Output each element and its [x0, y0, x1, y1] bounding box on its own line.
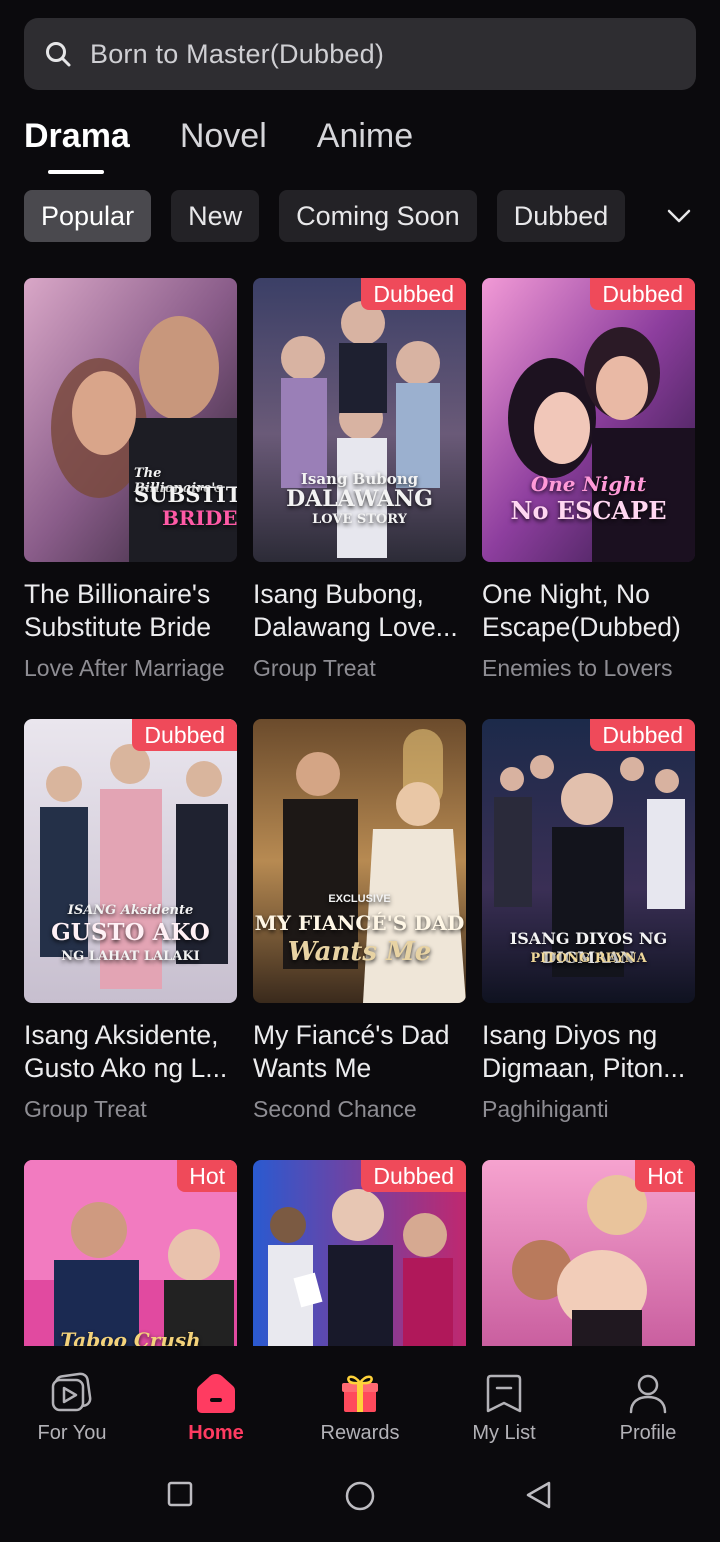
bottom-nav: For You Home Rewards My List Profile [0, 1346, 720, 1466]
chip-new[interactable]: New [171, 190, 260, 242]
profile-icon [629, 1374, 667, 1414]
poster-title-main: No ESCAPE [510, 496, 667, 525]
nav-profile[interactable]: Profile [576, 1346, 720, 1466]
poster-title-main: DALAWANG [286, 486, 433, 512]
poster-title-sub: Wants Me [287, 937, 432, 967]
drama-title: Isang Diyos ng Digmaan, Piton... [482, 1020, 686, 1083]
drama-poster: The Billionaire's SUBSTITUTE BRIDE [24, 278, 237, 562]
dubbed-badge: Dubbed [361, 278, 466, 310]
nav-rewards[interactable]: Rewards [288, 1346, 432, 1466]
search-placeholder: Born to Master(Dubbed) [90, 38, 385, 69]
drama-card[interactable]: Dubbed ISANG DIYOS NG DIGMAAN PITONG REY… [482, 719, 695, 1123]
dubbed-badge: Dubbed [590, 719, 695, 751]
drama-poster: EXCLUSIVE MY FIANCÉ'S DAD Wants Me [253, 719, 466, 1003]
drama-genre: Group Treat [24, 1096, 147, 1122]
chevron-down-icon[interactable] [664, 204, 694, 228]
poster-title-main: SUBSTITUTE [134, 482, 237, 507]
nav-my-list[interactable]: My List [432, 1346, 576, 1466]
drama-title: Isang Bubong, Dalawang Love... [253, 579, 458, 642]
drama-genre: Enemies to Lovers [482, 655, 673, 681]
gift-icon [342, 1375, 378, 1412]
drama-genre: Love After Marriage [24, 655, 225, 681]
play-square-icon [51, 1372, 92, 1412]
filter-chips: Popular New Coming Soon Dubbed [24, 190, 645, 242]
poster-title-sub: NG LAHAT LALAKI [61, 949, 200, 964]
drama-title: The Billionaire's Substitute Bride [24, 579, 212, 642]
drama-title: Isang Aksidente, Gusto Ako ng L... [24, 1020, 228, 1083]
drama-title: My Fiancé's Dad Wants Me [253, 1020, 450, 1083]
category-tabs: Drama Novel Anime [24, 112, 463, 174]
drama-card[interactable]: The Billionaire's SUBSTITUTE BRIDE The B… [24, 278, 237, 682]
drama-genre: Group Treat [253, 655, 376, 681]
poster-title-small: One Night [530, 472, 647, 496]
hot-badge: Hot [177, 1160, 237, 1192]
search-icon [46, 42, 71, 67]
hot-badge: Hot [635, 1160, 695, 1192]
search-bar[interactable]: Born to Master(Dubbed) [24, 18, 696, 90]
recent-apps-icon[interactable] [166, 1480, 194, 1508]
dubbed-badge: Dubbed [590, 278, 695, 310]
poster-title-sub: PITONG REYNA [530, 951, 647, 966]
poster-title-sub: LOVE STORY [312, 512, 407, 527]
poster-title-small: ISANG Aksidente [67, 903, 194, 918]
drama-card[interactable]: Dubbed Isang Bubong DALAWANG LOVE STORY … [253, 278, 466, 682]
nav-label: Home [188, 1422, 244, 1444]
nav-label: Rewards [320, 1422, 400, 1444]
tab-drama[interactable]: Drama [24, 112, 130, 174]
nav-for-you[interactable]: For You [0, 1346, 144, 1466]
chip-dubbed[interactable]: Dubbed [496, 190, 626, 242]
poster-title-sub: BRIDE [162, 506, 237, 530]
poster-title-main: GUSTO AKO [51, 919, 210, 946]
tab-novel[interactable]: Novel [180, 112, 267, 164]
drama-genre: Second Chance [253, 1096, 417, 1122]
nav-label: For You [37, 1422, 107, 1444]
home-circle-icon[interactable] [344, 1480, 376, 1512]
dubbed-badge: Dubbed [361, 1160, 466, 1192]
drama-title: One Night, No Escape(Dubbed) [482, 579, 681, 642]
drama-poster: Dubbed Isang Bubong DALAWANG LOVE STORY [253, 278, 466, 562]
poster-title-main: MY FIANCÉ'S DAD [254, 911, 465, 935]
drama-card[interactable]: Dubbed ISANG Aksidente GUSTO AKO NG LAHA… [24, 719, 237, 1123]
drama-card[interactable]: EXCLUSIVE MY FIANCÉ'S DAD Wants Me My Fi… [253, 719, 466, 1123]
nav-label: My List [472, 1422, 536, 1444]
chip-coming-soon[interactable]: Coming Soon [279, 190, 477, 242]
drama-poster: Dubbed ISANG Aksidente GUSTO AKO NG LAHA… [24, 719, 237, 1003]
poster-exclusive: EXCLUSIVE [328, 893, 391, 905]
nav-label: Profile [619, 1422, 677, 1444]
tab-anime[interactable]: Anime [317, 112, 413, 164]
back-triangle-icon[interactable] [524, 1480, 554, 1510]
dubbed-badge: Dubbed [132, 719, 237, 751]
home-icon [197, 1374, 235, 1413]
chip-popular[interactable]: Popular [24, 190, 152, 242]
drama-poster: Dubbed One Night No ESCAPE [482, 278, 695, 562]
drama-poster: Dubbed ISANG DIYOS NG DIGMAAN PITONG REY… [482, 719, 695, 1003]
drama-card[interactable]: Dubbed One Night No ESCAPE One Night, No… [482, 278, 695, 682]
bookmark-list-icon [486, 1374, 522, 1413]
drama-genre: Paghihiganti [482, 1096, 609, 1122]
system-nav-bar [0, 1466, 720, 1542]
nav-home[interactable]: Home [144, 1346, 288, 1466]
